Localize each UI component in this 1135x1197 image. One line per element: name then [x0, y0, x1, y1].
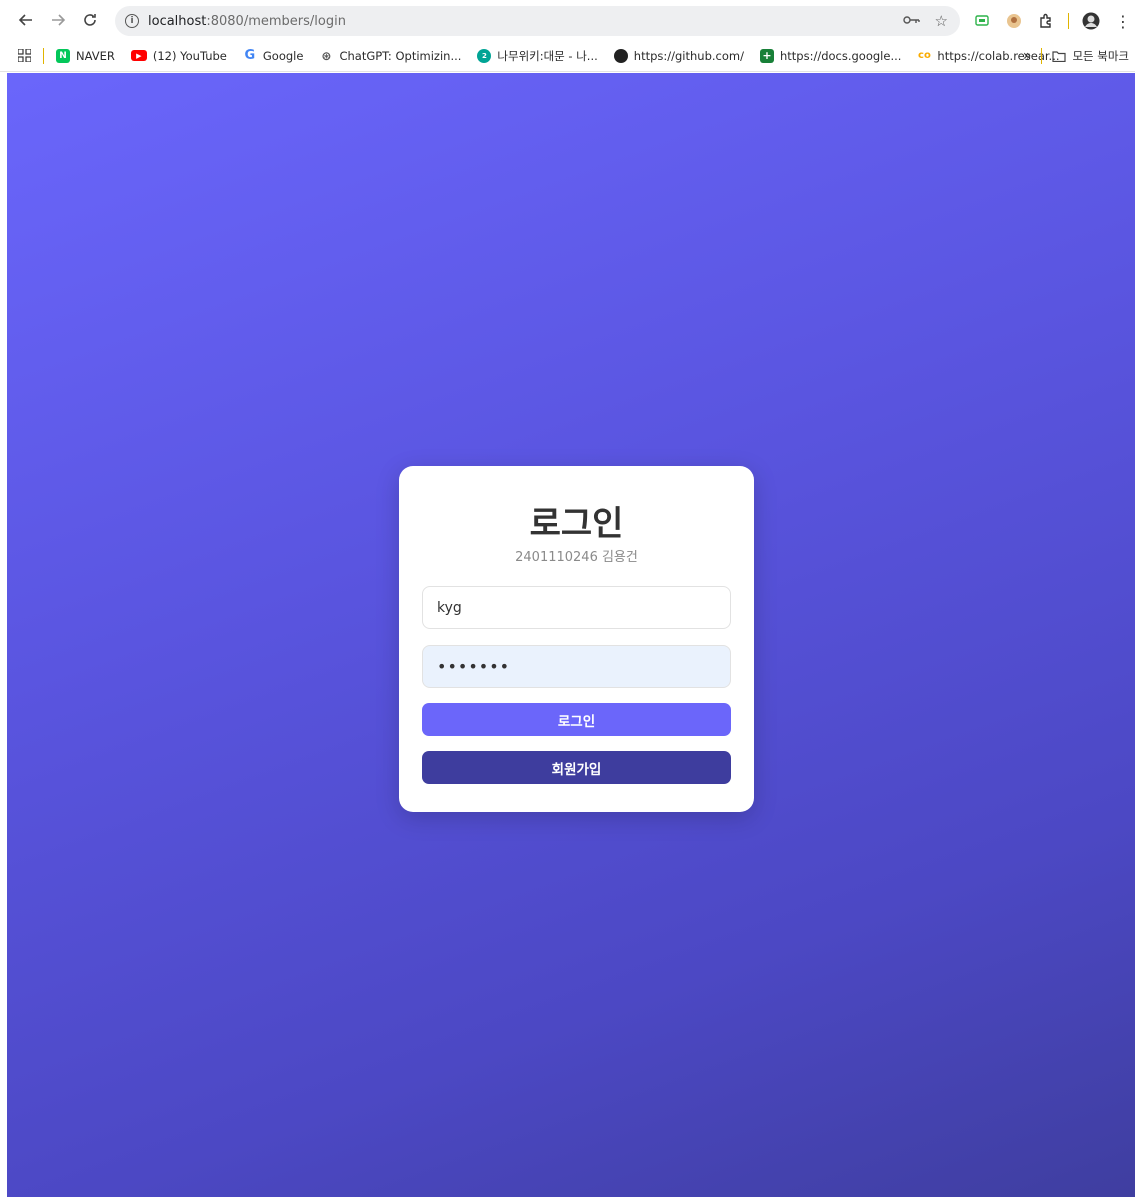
login-subtitle: 2401110246 김용건	[515, 550, 638, 565]
signup-button[interactable]: 회원가입	[422, 751, 731, 784]
bookmark-naver[interactable]: N NAVER	[56, 48, 115, 63]
login-title: 로그인	[529, 504, 624, 544]
login-card: 로그인 2401110246 김용건 kyg ••••••• 로그인 회원가입	[399, 466, 754, 812]
password-input[interactable]: •••••••	[422, 645, 731, 688]
reload-icon[interactable]	[74, 4, 106, 36]
bookmarks-divider	[43, 47, 44, 64]
bookmark-label: 나무위키:대문 - 나...	[497, 48, 598, 63]
all-bookmarks-label: 모든 북마크	[1072, 49, 1129, 63]
folder-icon	[1052, 50, 1067, 62]
menu-kebab-icon[interactable]: ⋮	[1113, 11, 1133, 31]
bookmark-label: ChatGPT: Optimizin...	[339, 48, 462, 63]
all-bookmarks-button[interactable]: 모든 북마크	[1052, 48, 1129, 64]
back-icon[interactable]	[10, 4, 42, 36]
bookmark-github[interactable]: https://github.com/	[613, 48, 744, 63]
bookmark-label: Google	[262, 48, 304, 63]
page-left-margin	[0, 73, 7, 1197]
naver-icon: N	[56, 48, 70, 63]
google-icon: G	[244, 48, 256, 63]
google-sheets-icon: +	[759, 48, 774, 63]
login-button[interactable]: 로그인	[422, 703, 731, 736]
colab-icon: co	[918, 50, 931, 61]
bookmarks-overflow-chevron-icon[interactable]: »	[1023, 48, 1032, 64]
address-bar[interactable]: i localhost:8080/members/login ☆	[115, 6, 960, 36]
extensions-puzzle-icon[interactable]	[1036, 11, 1056, 31]
chatgpt-icon: ⊛	[321, 48, 332, 63]
bookmark-google-docs[interactable]: + https://docs.google...	[759, 48, 902, 63]
profile-avatar-icon[interactable]	[1081, 11, 1101, 31]
bookmark-chatgpt[interactable]: ⊛ ChatGPT: Optimizin...	[319, 49, 461, 63]
site-info-icon[interactable]: i	[125, 14, 139, 28]
password-key-icon[interactable]	[902, 12, 921, 30]
bookmark-label: (12) YouTube	[152, 48, 227, 63]
username-input[interactable]: kyg	[422, 586, 731, 629]
url-host: localhost	[148, 13, 207, 29]
bookmark-label: https://github.com/	[633, 48, 744, 63]
extension-screen-icon[interactable]	[972, 11, 992, 31]
namuwiki-icon: 2	[477, 48, 492, 63]
apps-grid-icon[interactable]	[18, 49, 31, 62]
extension-avatar-icon[interactable]	[1004, 11, 1024, 31]
url-path: :8080/members/login	[206, 13, 346, 29]
github-icon	[613, 48, 628, 63]
forward-icon[interactable]	[42, 4, 74, 36]
bookmark-google[interactable]: G Google	[243, 48, 304, 63]
bookmark-namuwiki[interactable]: 2 나무위키:대문 - 나...	[477, 48, 598, 64]
bookmark-label: NAVER	[76, 48, 115, 63]
bookmark-label: https://docs.google...	[779, 48, 902, 63]
bookmarks-bar: N NAVER ▶ (12) YouTube G Google ⊛ ChatGP…	[0, 40, 1135, 72]
youtube-icon: ▶	[130, 50, 147, 61]
bookmarks-divider-right	[1041, 48, 1043, 64]
bookmark-star-icon[interactable]: ☆	[935, 12, 948, 30]
bookmark-youtube[interactable]: ▶ (12) YouTube	[130, 48, 227, 63]
toolbar-divider	[1068, 13, 1069, 29]
browser-toolbar: i localhost:8080/members/login ☆ ⋮	[0, 0, 1135, 40]
